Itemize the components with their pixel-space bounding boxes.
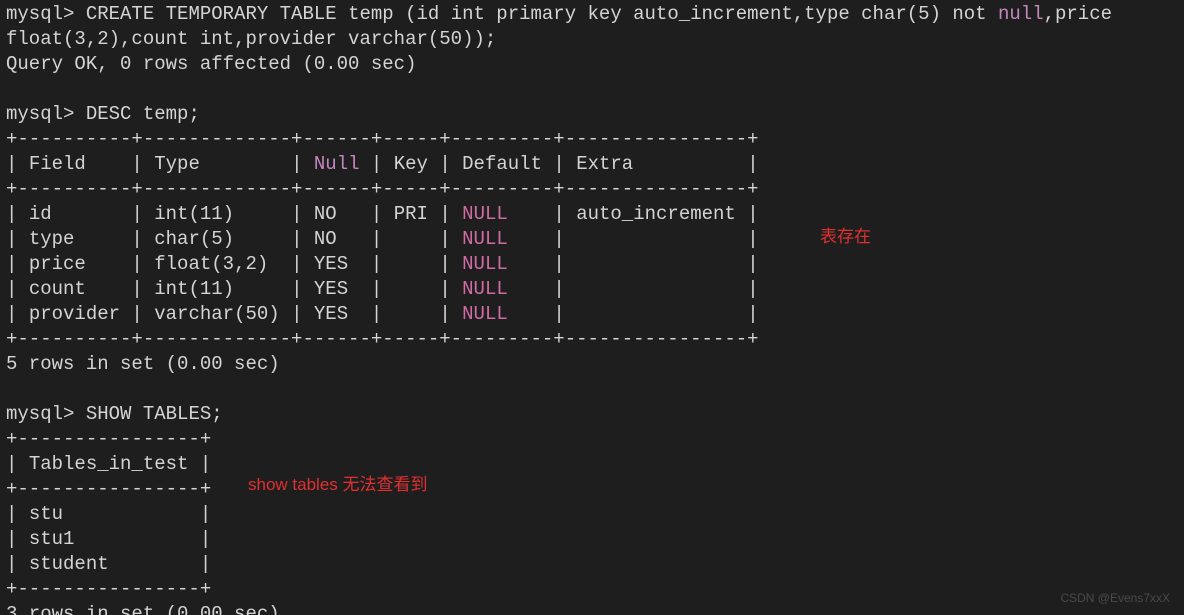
table-row: | price | float(3,2) | YES | | NULL | | (6, 253, 759, 275)
table-row: | provider | varchar(50) | YES | | NULL … (6, 303, 759, 325)
table-row: | id | int(11) | NO | PRI | NULL | auto_… (6, 203, 759, 225)
sql-create-line2: float(3,2),count int,provider varchar(50… (6, 28, 496, 50)
annotation-table-exists: 表存在 (820, 224, 871, 249)
table-row: | type | char(5) | NO | | NULL | | (6, 228, 759, 250)
desc-border-bottom: +----------+-------------+------+-----+-… (6, 328, 759, 350)
tables-header-row: | Tables_in_test | (6, 453, 211, 475)
table-row: | student | (6, 553, 211, 575)
sql-create-part1: CREATE TEMPORARY TABLE temp (id int prim… (86, 3, 998, 25)
sql-show-tables: SHOW TABLES; (86, 403, 223, 425)
sql-desc: DESC temp; (86, 103, 200, 125)
desc-border-mid: +----------+-------------+------+-----+-… (6, 178, 759, 200)
table-row: | count | int(11) | YES | | NULL | | (6, 278, 759, 300)
annotation-show-tables-cannot-see: show tables 无法查看到 (248, 472, 428, 497)
sql-create-part2: ,price (1044, 3, 1112, 25)
tables-footer: 3 rows in set (0.00 sec) (6, 603, 280, 615)
desc-footer: 5 rows in set (0.00 sec) (6, 353, 280, 375)
sql-create-result: Query OK, 0 rows affected (0.00 sec) (6, 53, 416, 75)
tables-border-bottom: +----------------+ (6, 578, 211, 600)
table-row: | stu1 | (6, 528, 211, 550)
desc-border-top: +----------+-------------+------+-----+-… (6, 128, 759, 150)
watermark: CSDN @Evens7xxX (1060, 586, 1170, 611)
prompt: mysql> (6, 403, 74, 425)
prompt: mysql> (6, 3, 74, 25)
table-row: | stu | (6, 503, 211, 525)
terminal-output: mysql> CREATE TEMPORARY TABLE temp (id i… (0, 0, 1184, 615)
tables-border-mid: +----------------+ (6, 478, 211, 500)
tables-border-top: +----------------+ (6, 428, 211, 450)
desc-header-row: | Field | Type | Null | Key | Default | … (6, 153, 759, 175)
sql-null-keyword: null (998, 3, 1044, 25)
prompt: mysql> (6, 103, 74, 125)
